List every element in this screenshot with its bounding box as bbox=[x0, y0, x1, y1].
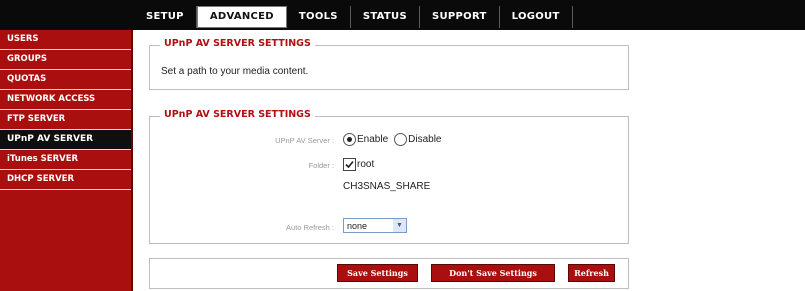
intro-description: Set a path to your media content. bbox=[161, 66, 309, 77]
checkmark-icon bbox=[345, 160, 354, 169]
sidebar: USERS GROUPS QUOTAS NETWORK ACCESS FTP S… bbox=[0, 30, 133, 291]
actions-panel: Save Settings Don't Save Settings Refres… bbox=[149, 258, 629, 289]
folder-label: Folder : bbox=[308, 161, 334, 170]
folder-name: root bbox=[357, 159, 375, 170]
tab-support[interactable]: SUPPORT bbox=[420, 6, 500, 28]
top-nav-bar: SETUP ADVANCED TOOLS STATUS SUPPORT LOGO… bbox=[0, 0, 805, 30]
enable-radio[interactable] bbox=[343, 133, 356, 146]
tab-setup[interactable]: SETUP bbox=[134, 6, 197, 28]
tab-status[interactable]: STATUS bbox=[351, 6, 420, 28]
auto-refresh-select[interactable]: none ▼ bbox=[343, 218, 407, 233]
auto-refresh-label: Auto Refresh : bbox=[286, 223, 334, 232]
share-name: CH3SNAS_SHARE bbox=[343, 181, 431, 192]
sidebar-item-upnp-av-server[interactable]: UPnP AV SERVER bbox=[0, 130, 131, 150]
sidebar-item-network-access[interactable]: NETWORK ACCESS bbox=[0, 90, 131, 110]
enable-radio-label[interactable]: Enable bbox=[357, 134, 388, 145]
save-settings-button[interactable]: Save Settings bbox=[337, 264, 418, 282]
nav-logo-area bbox=[0, 0, 131, 30]
intro-panel-title: UPnP AV SERVER SETTINGS bbox=[160, 38, 315, 49]
tab-tools[interactable]: TOOLS bbox=[287, 6, 351, 28]
settings-panel-title: UPnP AV SERVER SETTINGS bbox=[160, 109, 315, 120]
sidebar-item-dhcp-server[interactable]: DHCP SERVER bbox=[0, 170, 131, 190]
main-content: UPnP AV SERVER SETTINGS Set a path to yo… bbox=[133, 30, 805, 291]
settings-panel: UPnP AV SERVER SETTINGS UPnP AV Server :… bbox=[149, 109, 629, 244]
refresh-button[interactable]: Refresh bbox=[568, 264, 615, 282]
nav-tabs: SETUP ADVANCED TOOLS STATUS SUPPORT LOGO… bbox=[134, 6, 573, 30]
dont-save-settings-button[interactable]: Don't Save Settings bbox=[431, 264, 555, 282]
disable-radio-label[interactable]: Disable bbox=[408, 134, 441, 145]
auto-refresh-value: none bbox=[347, 220, 368, 231]
folder-control: root bbox=[343, 158, 374, 171]
upnp-server-radio-group: Enable Disable bbox=[343, 133, 442, 146]
sidebar-item-quotas[interactable]: QUOTAS bbox=[0, 70, 131, 90]
intro-panel: UPnP AV SERVER SETTINGS Set a path to yo… bbox=[149, 38, 629, 90]
sidebar-item-ftp-server[interactable]: FTP SERVER bbox=[0, 110, 131, 130]
sidebar-item-groups[interactable]: GROUPS bbox=[0, 50, 131, 70]
tab-advanced[interactable]: ADVANCED bbox=[196, 6, 287, 28]
share-name-row: CH3SNAS_SHARE bbox=[343, 181, 430, 192]
tab-logout[interactable]: LOGOUT bbox=[500, 6, 573, 28]
sidebar-item-users[interactable]: USERS bbox=[0, 30, 131, 50]
auto-refresh-control: none ▼ bbox=[343, 218, 407, 233]
chevron-down-icon[interactable]: ▼ bbox=[393, 219, 406, 232]
folder-checkbox[interactable] bbox=[343, 158, 356, 171]
sidebar-item-itunes-server[interactable]: iTunes SERVER bbox=[0, 150, 131, 170]
upnp-server-label: UPnP AV Server : bbox=[275, 136, 334, 145]
disable-radio[interactable] bbox=[394, 133, 408, 146]
